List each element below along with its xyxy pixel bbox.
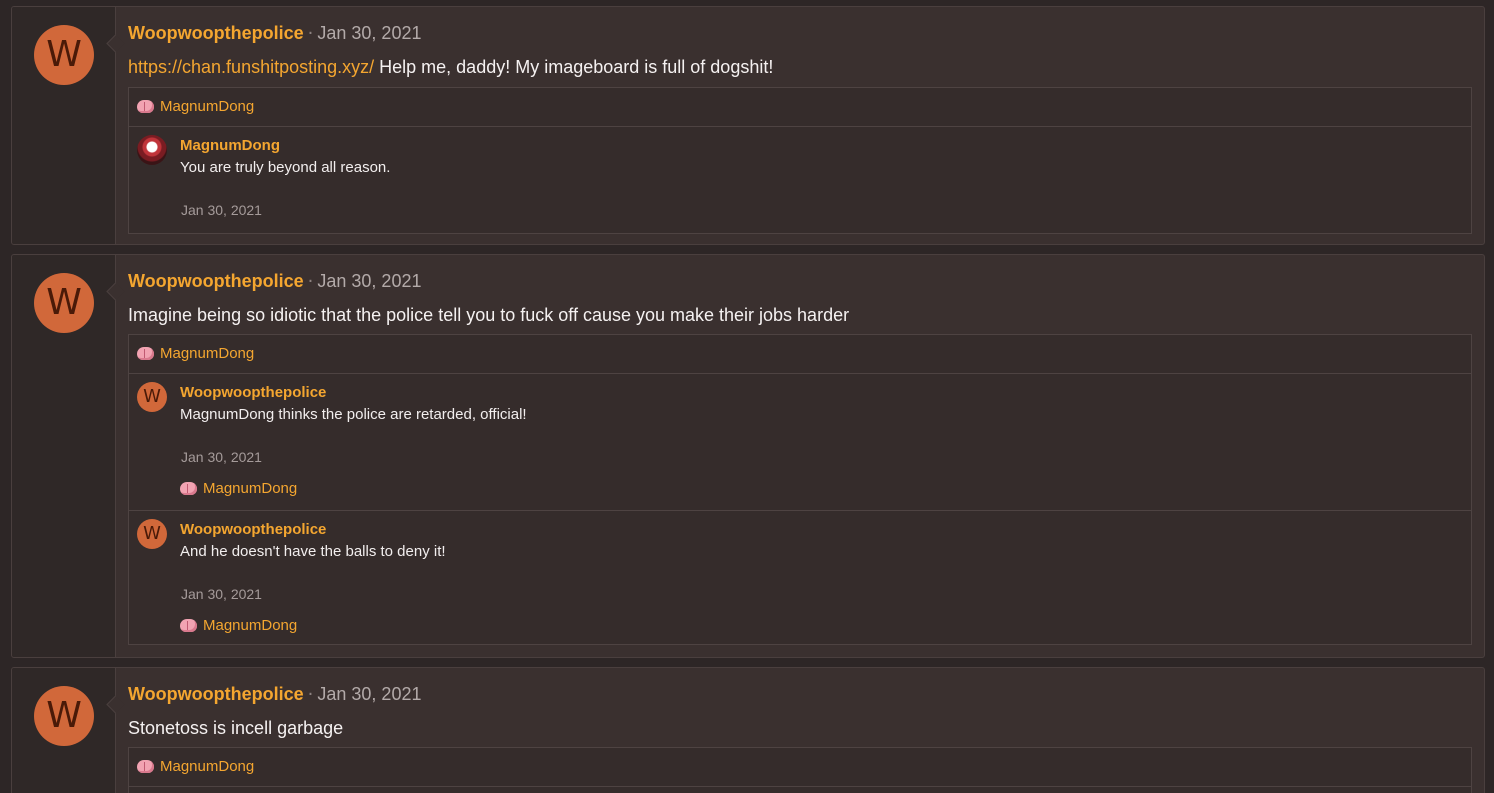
reaction-bar[interactable]: MagnumDong (129, 335, 1471, 374)
post-body: https://chan.funshitposting.xyz/ Help me… (128, 57, 773, 78)
post-header: Woopwoopthepolice · Jan 30, 2021 (128, 23, 421, 44)
post-text: Stonetoss is incell garbage (128, 718, 344, 738)
comment-author-link[interactable]: MagnumDong (180, 137, 280, 154)
separator: · (307, 271, 314, 292)
post-text: Help me, daddy! My imageboard is full of… (374, 57, 774, 77)
brain-icon (180, 619, 197, 632)
comments-box: MagnumDong W Woopwoopthepolice MagnumDon… (128, 334, 1472, 645)
reaction-user-link[interactable]: MagnumDong (203, 480, 297, 497)
post-header: Woopwoopthepolice · Jan 30, 2021 (128, 271, 421, 292)
post-date-link[interactable]: Jan 30, 2021 (317, 684, 421, 704)
comment-author-link[interactable]: Woopwoopthepolice (180, 521, 326, 538)
separator: · (307, 23, 314, 44)
comment-text: You are truly beyond all reason. (180, 159, 391, 176)
avatar[interactable]: W (137, 382, 167, 412)
reaction-user-link[interactable]: MagnumDong (160, 345, 254, 362)
profile-post: W Woopwoopthepolice · Jan 30, 2021 https:/… (11, 6, 1485, 245)
avatar[interactable]: W (137, 519, 167, 549)
post-body: Stonetoss is incell garbage (128, 718, 343, 739)
comment-item: MagnumDong You are truly beyond all reas… (129, 127, 1471, 234)
comment-item: W Woopwoopthepolice And he doesn't have … (129, 511, 1471, 645)
post-date-link[interactable]: Jan 30, 2021 (317, 23, 421, 43)
post-feed: W Woopwoopthepolice · Jan 30, 2021 https:/… (0, 0, 1494, 793)
comment-reaction[interactable]: MagnumDong (180, 480, 297, 497)
post-gutter: W (12, 255, 116, 657)
post-gutter: W (12, 7, 116, 244)
post-author-link[interactable]: Woopwoopthepolice (128, 23, 304, 43)
brain-icon (137, 760, 154, 773)
comment-text: And he doesn't have the balls to deny it… (180, 543, 446, 560)
external-link[interactable]: https://chan.funshitposting.xyz/ (128, 57, 374, 77)
brain-icon (137, 347, 154, 360)
post-author-link[interactable]: Woopwoopthepolice (128, 684, 304, 704)
post-author-link[interactable]: Woopwoopthepolice (128, 271, 304, 291)
reaction-user-link[interactable]: MagnumDong (160, 758, 254, 775)
profile-post: W Woopwoopthepolice · Jan 30, 2021 Stoneto… (11, 667, 1485, 793)
reaction-bar[interactable]: MagnumDong (129, 88, 1471, 127)
comments-box: MagnumDong (128, 747, 1472, 793)
comment-date-link[interactable]: Jan 30, 2021 (181, 586, 262, 602)
comments-box: MagnumDong MagnumDong You are truly beyo… (128, 87, 1472, 234)
profile-post: W Woopwoopthepolice · Jan 30, 2021 Imagine… (11, 254, 1485, 658)
comment-date-link[interactable]: Jan 30, 2021 (181, 449, 262, 465)
reaction-user-link[interactable]: MagnumDong (160, 98, 254, 115)
post-body: Imagine being so idiotic that the police… (128, 305, 849, 326)
comment-item: W Woopwoopthepolice MagnumDong thinks th… (129, 374, 1471, 511)
brain-icon (137, 100, 154, 113)
separator: · (307, 684, 314, 705)
avatar[interactable]: W (34, 686, 94, 746)
comment-text: MagnumDong thinks the police are retarde… (180, 406, 527, 423)
reaction-user-link[interactable]: MagnumDong (203, 617, 297, 634)
comment-author-link[interactable]: Woopwoopthepolice (180, 384, 326, 401)
avatar[interactable]: W (34, 25, 94, 85)
post-header: Woopwoopthepolice · Jan 30, 2021 (128, 684, 421, 705)
avatar[interactable] (137, 135, 167, 165)
reaction-bar[interactable]: MagnumDong (129, 748, 1471, 787)
avatar[interactable]: W (34, 273, 94, 333)
post-text: Imagine being so idiotic that the police… (128, 305, 850, 325)
brain-icon (180, 482, 197, 495)
post-gutter: W (12, 668, 116, 793)
comment-date-link[interactable]: Jan 30, 2021 (181, 202, 262, 218)
comment-reaction[interactable]: MagnumDong (180, 617, 297, 634)
post-date-link[interactable]: Jan 30, 2021 (317, 271, 421, 291)
